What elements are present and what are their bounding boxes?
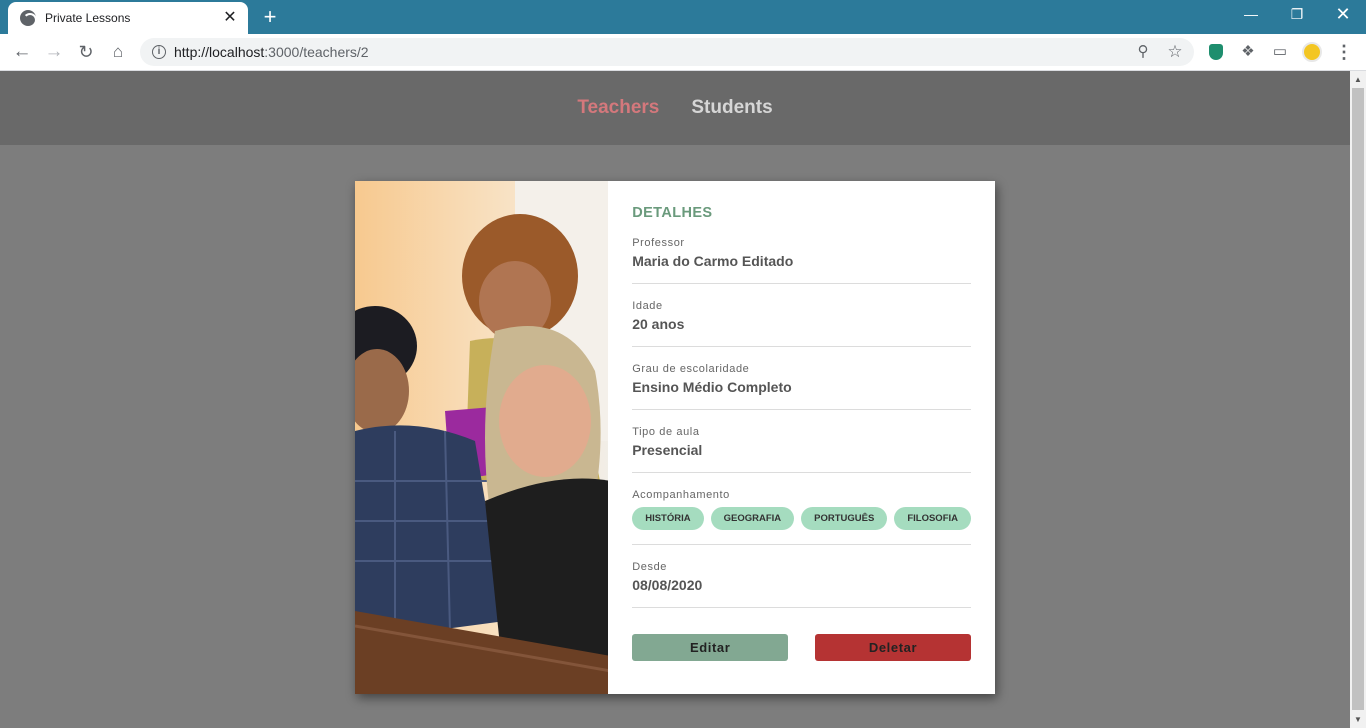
detail-item-tipo-aula: Tipo de aula Presencial: [632, 426, 971, 473]
detail-label: Professor: [632, 237, 685, 249]
address-bar[interactable]: i http://localhost:3000/teachers/2 ⚲ ☆: [140, 38, 1194, 66]
window-close-button[interactable]: ✕: [1320, 0, 1366, 30]
site-info-icon[interactable]: i: [152, 45, 166, 59]
nav-link-teachers[interactable]: Teachers: [577, 97, 659, 119]
browser-tab-bar: Private Lessons ✕ + — ❐ ✕: [0, 0, 1366, 34]
page-viewport: Teachers Students DETALHES Professor Mar…: [0, 71, 1350, 728]
scroll-down-arrow-icon[interactable]: ▼: [1354, 715, 1362, 724]
detail-label: Grau de escolaridade: [632, 363, 750, 375]
subject-chip: GEOGRAFIA: [710, 507, 795, 530]
detail-label: Tipo de aula: [632, 426, 700, 438]
window-restore-button[interactable]: ❐: [1274, 0, 1320, 30]
globe-icon: [20, 10, 37, 27]
scrollbar-thumb[interactable]: [1352, 88, 1364, 710]
detail-item-escolaridade: Grau de escolaridade Ensino Médio Comple…: [632, 363, 971, 410]
subject-chip: PORTUGUÊS: [801, 507, 888, 530]
browser-menu-icon[interactable]: ⋮: [1334, 42, 1354, 62]
url-text: http://localhost:3000/teachers/2: [174, 44, 369, 60]
profile-avatar[interactable]: [1302, 42, 1322, 62]
teacher-photo: [355, 181, 609, 694]
browser-tab[interactable]: Private Lessons ✕: [8, 2, 248, 34]
detail-value: Maria do Carmo Editado: [632, 253, 794, 269]
cast-icon[interactable]: ▭: [1270, 42, 1290, 62]
detail-value: Ensino Médio Completo: [632, 379, 792, 395]
detail-item-idade: Idade 20 anos: [632, 300, 971, 347]
page-scrollbar[interactable]: ▲ ▼: [1350, 71, 1366, 728]
extensions-puzzle-icon[interactable]: ❖: [1238, 42, 1258, 62]
nav-link-students[interactable]: Students: [691, 97, 772, 119]
detail-item-acompanhamento: Acompanhamento HISTÓRIA GEOGRAFIA PORTUG…: [632, 489, 971, 545]
edit-button[interactable]: Editar: [632, 634, 789, 661]
details-heading: DETALHES: [632, 205, 713, 221]
subject-chip: FILOSOFIA: [894, 507, 971, 530]
scroll-up-arrow-icon[interactable]: ▲: [1354, 75, 1362, 84]
teacher-card: DETALHES Professor Maria do Carmo Editad…: [355, 181, 995, 694]
detail-value: Presencial: [632, 442, 703, 458]
home-icon[interactable]: ⌂: [105, 39, 131, 65]
detail-label: Idade: [632, 300, 663, 312]
subject-chip-list: HISTÓRIA GEOGRAFIA PORTUGUÊS FILOSOFIA: [632, 507, 971, 530]
browser-toolbar: ← → ↻ ⌂ i http://localhost:3000/teachers…: [0, 34, 1366, 71]
detail-label: Acompanhamento: [632, 489, 730, 501]
detail-item-professor: Professor Maria do Carmo Editado: [632, 237, 971, 284]
detail-item-desde: Desde 08/08/2020: [632, 561, 971, 608]
reload-icon[interactable]: ↻: [73, 39, 99, 65]
detail-value: 08/08/2020: [632, 577, 703, 593]
forward-arrow-icon[interactable]: →: [41, 39, 67, 65]
window-minimize-button[interactable]: —: [1228, 0, 1274, 30]
shield-extension-icon[interactable]: [1206, 42, 1226, 62]
new-tab-button[interactable]: +: [258, 6, 282, 30]
tab-close-icon[interactable]: ✕: [222, 10, 238, 26]
back-arrow-icon[interactable]: ←: [9, 39, 35, 65]
details-panel: DETALHES Professor Maria do Carmo Editad…: [608, 181, 995, 694]
delete-button[interactable]: Deletar: [815, 634, 971, 661]
subject-chip: HISTÓRIA: [632, 507, 704, 530]
detail-value: 20 anos: [632, 316, 685, 332]
zoom-icon[interactable]: ⚲: [1134, 43, 1152, 61]
url-host: http://localhost: [174, 44, 265, 60]
site-header: Teachers Students: [0, 71, 1350, 145]
card-actions: Editar Deletar: [632, 634, 971, 661]
tab-title: Private Lessons: [45, 11, 131, 25]
bookmark-star-icon[interactable]: ☆: [1166, 43, 1184, 61]
detail-label: Desde: [632, 561, 668, 573]
url-path: :3000/teachers/2: [264, 44, 369, 60]
